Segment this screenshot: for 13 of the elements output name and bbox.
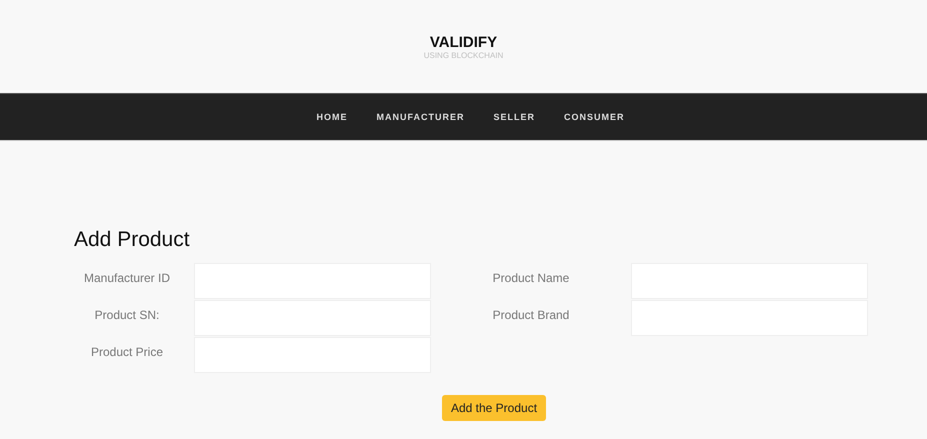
site-title: VALIDIFY [430, 34, 498, 51]
field-label: Product Brand [492, 307, 570, 322]
field-label: Product SN: [94, 307, 160, 322]
field-label: Product Price [90, 344, 164, 359]
nav-link[interactable]: MANUFACTURER [376, 112, 464, 122]
site-subtitle: USING BLOCKCHAIN [424, 51, 504, 61]
nav-link[interactable]: CONSUMER [564, 112, 625, 122]
nav-link[interactable]: HOME [316, 112, 348, 122]
field-label: Manufacturer ID [84, 270, 170, 285]
nav-link[interactable]: SELLER [493, 112, 535, 122]
add-product-button[interactable]: Add the Product [442, 395, 546, 421]
form-title: Add Product [74, 227, 191, 253]
field-label: Product Name [492, 270, 570, 285]
